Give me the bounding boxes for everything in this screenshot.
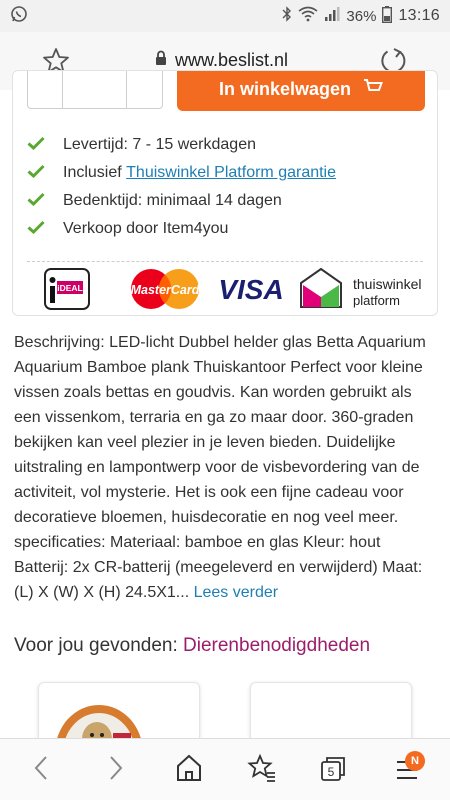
signal-icon xyxy=(324,6,340,26)
home-icon[interactable] xyxy=(175,753,203,788)
category-link[interactable]: Dierenbenodigdheden xyxy=(183,635,370,656)
url-text: www.beslist.nl xyxy=(175,50,289,70)
mastercard-logo: MasterCard xyxy=(131,269,200,309)
divider xyxy=(27,261,423,262)
quantity-increase-button[interactable] xyxy=(127,71,162,108)
description-text: Beschrijving: LED-licht Dubbel helder gl… xyxy=(14,334,426,601)
battery-icon xyxy=(382,5,393,27)
add-to-cart-button[interactable]: In winkelwagen xyxy=(177,71,425,111)
product-description: Beschrijving: LED-licht Dubbel helder gl… xyxy=(14,330,439,605)
bluetooth-icon xyxy=(282,6,292,26)
recommendations-heading: Voor jou gevonden: Dierenbenodigdheden xyxy=(14,635,370,657)
visa-logo: VISA xyxy=(218,274,283,305)
check-icon xyxy=(27,136,49,155)
add-to-cart-label: In winkelwagen xyxy=(218,78,352,99)
feature-text: Verkoop door Item4you xyxy=(63,220,229,237)
notification-badge: N xyxy=(405,751,425,771)
platform-text: platform xyxy=(353,293,400,308)
thuiswinkel-logo: thuiswinkel platform xyxy=(300,267,421,308)
ideal-logo: iDEAL xyxy=(44,268,90,310)
battery-percentage: 36% xyxy=(346,7,377,25)
quantity-stepper[interactable] xyxy=(27,71,163,109)
ideal-text: iDEAL xyxy=(57,283,83,293)
feature-text: Inclusief xyxy=(63,164,127,181)
clock: 13:16 xyxy=(398,7,440,24)
guarantee-link[interactable]: Thuiswinkel Platform garantie xyxy=(126,164,336,182)
wifi-icon xyxy=(298,6,318,26)
browser-bottom-nav: 5 xyxy=(0,738,450,800)
recommendations-prefix: Voor jou gevonden: xyxy=(14,635,184,656)
bookmarks-icon[interactable] xyxy=(247,753,277,788)
check-icon xyxy=(27,164,49,183)
feature-return-period: Bedenktijd: minimaal 14 dagen xyxy=(27,187,336,215)
back-icon[interactable] xyxy=(30,753,52,788)
feature-seller: Verkoop door Item4you xyxy=(27,215,336,243)
url-field[interactable]: www.beslist.nl xyxy=(155,50,288,71)
feature-text: Bedenktijd: minimaal 14 dagen xyxy=(63,192,282,209)
thuiswinkel-text: thuiswinkel xyxy=(353,276,421,292)
feature-text: Levertijd: 7 - 15 werkdagen xyxy=(63,136,256,153)
feature-guarantee: Inclusief Thuiswinkel Platform garantie xyxy=(27,159,336,187)
check-icon xyxy=(27,192,49,211)
mastercard-text: MasterCard xyxy=(131,283,200,297)
quantity-decrease-button[interactable] xyxy=(28,71,64,108)
lock-icon xyxy=(155,50,167,71)
feature-delivery-time: Levertijd: 7 - 15 werkdagen xyxy=(27,131,336,159)
quantity-value[interactable] xyxy=(63,71,127,108)
check-icon xyxy=(27,220,49,239)
whatsapp-icon xyxy=(10,5,28,27)
cart-icon xyxy=(363,78,383,101)
payment-logos: iDEAL MasterCard VISA thuiswinkel platfo… xyxy=(44,267,421,310)
feature-list: Levertijd: 7 - 15 werkdagen Inclusief Th… xyxy=(27,131,336,243)
tabs-icon[interactable]: 5 xyxy=(318,753,348,788)
tab-count: 5 xyxy=(328,765,335,779)
forward-icon[interactable] xyxy=(105,753,127,788)
status-bar: 36% 13:16 xyxy=(0,0,450,32)
read-more-link[interactable]: Lees verder xyxy=(194,584,279,601)
product-card: In winkelwagen Levertijd: 7 - 15 werkdag… xyxy=(12,70,438,316)
